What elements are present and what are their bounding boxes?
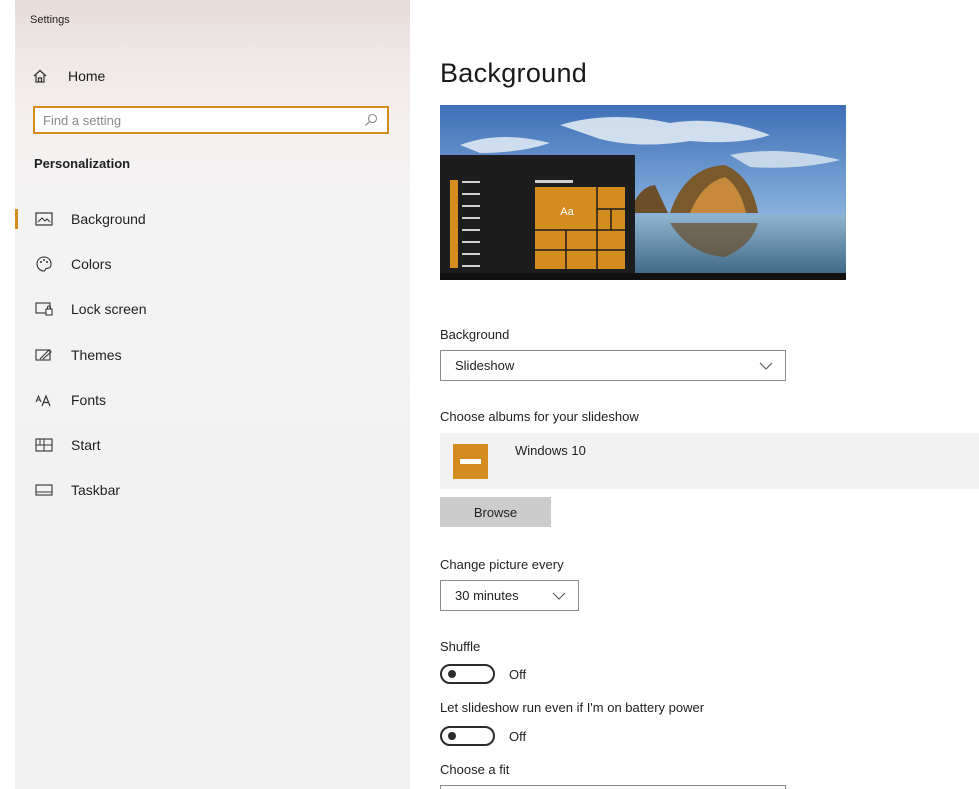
sidebar-item-label: Fonts xyxy=(71,391,107,408)
chevron-down-icon xyxy=(759,358,773,373)
section-title: Personalization xyxy=(34,156,131,171)
browse-button[interactable]: Browse xyxy=(440,497,551,527)
battery-label: Let slideshow run even if I'm on battery… xyxy=(440,700,705,715)
sidebar-item-lock-screen[interactable]: Lock screen xyxy=(15,287,410,332)
search-icon[interactable] xyxy=(363,112,379,128)
interval-dropdown-value: 30 minutes xyxy=(455,588,519,603)
desktop-preview: Aa xyxy=(440,105,846,280)
sidebar-item-label: Lock screen xyxy=(71,301,147,318)
themes-icon xyxy=(34,346,54,364)
sidebar-item-label: Start xyxy=(71,437,101,454)
palette-icon xyxy=(34,255,54,273)
page-title: Background xyxy=(440,58,588,88)
taskbar-icon xyxy=(34,481,54,499)
battery-toggle-row: Off xyxy=(440,726,526,746)
lock-screen-icon xyxy=(34,300,54,318)
search-box[interactable] xyxy=(33,106,389,134)
sidebar-item-label: Taskbar xyxy=(71,482,121,499)
album-name: Windows 10 xyxy=(515,443,586,458)
sidebar-item-background[interactable]: Background xyxy=(15,196,410,241)
interval-dropdown[interactable]: 30 minutes xyxy=(440,580,579,611)
fit-dropdown[interactable] xyxy=(440,785,786,789)
album-folder-icon xyxy=(453,444,488,479)
fonts-icon xyxy=(34,391,54,409)
sidebar-item-label: Colors xyxy=(71,255,112,272)
battery-toggle[interactable] xyxy=(440,726,495,746)
shuffle-state: Off xyxy=(509,666,527,682)
shuffle-toggle[interactable] xyxy=(440,664,495,684)
app-title: Settings xyxy=(30,14,70,26)
sidebar-item-fonts[interactable]: Fonts xyxy=(15,377,410,422)
chevron-down-icon xyxy=(552,588,566,603)
sidebar-item-label: Themes xyxy=(71,346,122,363)
interval-label: Change picture every xyxy=(440,557,564,572)
sidebar-item-colors[interactable]: Colors xyxy=(15,241,410,286)
preview-image: Aa xyxy=(440,105,846,280)
background-dropdown[interactable]: Slideshow xyxy=(440,350,786,381)
sidebar-item-label: Background xyxy=(71,210,146,227)
albums-label: Choose albums for your slideshow xyxy=(440,409,639,424)
sidebar-item-start[interactable]: Start xyxy=(15,422,410,467)
sidebar-item-taskbar[interactable]: Taskbar xyxy=(15,468,410,513)
preview-tile-text: Aa xyxy=(560,206,574,218)
home-icon xyxy=(32,68,54,84)
home-label: Home xyxy=(68,68,106,84)
search-input[interactable] xyxy=(43,112,363,128)
background-dropdown-value: Slideshow xyxy=(455,358,515,373)
background-label: Background xyxy=(440,327,510,342)
main-content: Background Aa Background Slideshow Choos… xyxy=(440,0,979,789)
shuffle-label: Shuffle xyxy=(440,639,481,654)
start-icon xyxy=(34,436,54,454)
sidebar-item-themes[interactable]: Themes xyxy=(15,332,410,377)
shuffle-toggle-row: Off xyxy=(440,664,526,684)
home-link[interactable]: Home xyxy=(32,65,105,87)
fit-label: Choose a fit xyxy=(440,762,510,777)
sidebar: Settings Home Personalization Background… xyxy=(15,0,410,789)
album-item[interactable]: Windows 10 xyxy=(440,433,979,489)
sidebar-nav: Background Colors Lock screen Themes Fon… xyxy=(15,196,410,513)
battery-state: Off xyxy=(509,728,527,744)
picture-icon xyxy=(34,210,54,228)
